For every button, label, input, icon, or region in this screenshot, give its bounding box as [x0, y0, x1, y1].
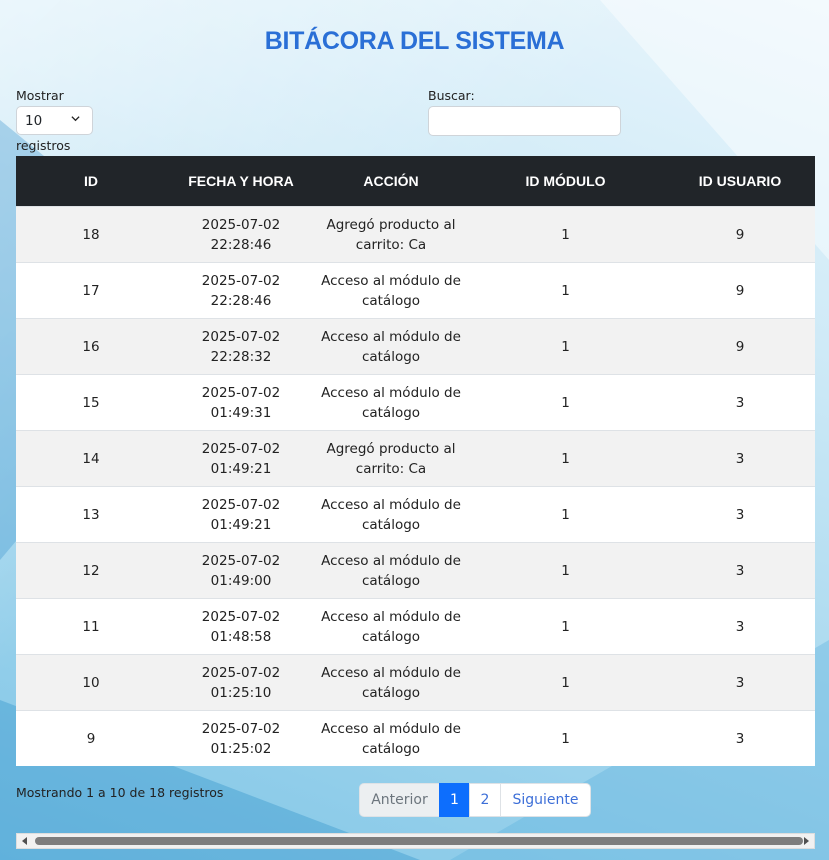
table-row: 18 2025-07-02 22:28:46 Agregó producto al …	[16, 206, 815, 263]
page-button-2[interactable]: 2	[469, 783, 501, 817]
cell-datetime: 2025-07-02 01:49:31	[166, 374, 316, 431]
cell-user-id: 9	[665, 262, 815, 319]
cell-user-id: 9	[665, 206, 815, 263]
cell-module-id: 1	[466, 710, 665, 766]
search-input[interactable]	[428, 106, 621, 136]
cell-id: 14	[16, 430, 166, 487]
length-suffix: registros	[16, 138, 71, 153]
cell-id: 10	[16, 654, 166, 711]
horizontal-scrollbar[interactable]	[16, 833, 815, 849]
cell-action: Agregó producto al carrito: Ca	[316, 430, 466, 487]
table-header-row: ID FECHA Y HORA ACCIÓN ID MÓDULO ID USUA…	[16, 156, 815, 207]
length-label: Mostrar	[16, 88, 64, 103]
cell-datetime: 2025-07-02 22:28:46	[166, 206, 316, 263]
cell-user-id: 3	[665, 486, 815, 543]
cell-datetime: 2025-07-02 01:49:21	[166, 430, 316, 487]
page-button-1[interactable]: 1	[439, 783, 470, 817]
cell-user-id: 9	[665, 318, 815, 375]
cell-module-id: 1	[466, 262, 665, 319]
cell-action: Acceso al módulo de catálogo	[316, 654, 466, 711]
cell-action: Acceso al módulo de catálogo	[316, 710, 466, 766]
table-row: 13 2025-07-02 01:49:21 Acceso al módulo de…	[16, 486, 815, 543]
column-header-module-id[interactable]: ID MÓDULO	[466, 156, 665, 207]
column-header-datetime[interactable]: FECHA Y HORA	[166, 156, 316, 207]
cell-action: Acceso al módulo de catálogo	[316, 598, 466, 655]
cell-module-id: 1	[466, 430, 665, 487]
cell-user-id: 3	[665, 374, 815, 431]
triangle-left-icon[interactable]	[20, 836, 30, 846]
cell-id: 11	[16, 598, 166, 655]
table-row: 16 2025-07-02 22:28:32 Acceso al módulo de…	[16, 318, 815, 375]
table-row: 10 2025-07-02 01:25:10 Acceso al módulo de…	[16, 654, 815, 711]
table-row: 9 2025-07-02 01:25:02 Acceso al módulo de …	[16, 710, 815, 766]
cell-user-id: 3	[665, 654, 815, 711]
cell-module-id: 1	[466, 486, 665, 543]
cell-id: 13	[16, 486, 166, 543]
table-row: 15 2025-07-02 01:49:31 Acceso al módulo de…	[16, 374, 815, 431]
previous-page-button[interactable]: Anterior	[359, 783, 440, 817]
table-row: 12 2025-07-02 01:49:00 Acceso al módulo de…	[16, 542, 815, 599]
cell-id: 9	[16, 710, 166, 766]
cell-module-id: 1	[466, 542, 665, 599]
pagination: Anterior 1 2 Siguiente	[359, 783, 591, 817]
cell-module-id: 1	[466, 318, 665, 375]
cell-action: Acceso al módulo de catálogo	[316, 542, 466, 599]
cell-action: Acceso al módulo de catálogo	[316, 262, 466, 319]
length-select-value: 10	[25, 113, 43, 129]
page-title: BITÁCORA DEL SISTEMA	[264, 26, 565, 55]
next-page-button[interactable]: Siguiente	[500, 783, 591, 817]
cell-module-id: 1	[466, 206, 665, 263]
column-header-user-id[interactable]: ID USUARIO	[665, 156, 815, 207]
chevron-down-icon	[71, 116, 80, 122]
cell-user-id: 3	[665, 542, 815, 599]
cell-user-id: 3	[665, 430, 815, 487]
table-row: 17 2025-07-02 22:28:46 Acceso al módulo de…	[16, 262, 815, 319]
cell-action: Acceso al módulo de catálogo	[316, 318, 466, 375]
search-label: Buscar:	[428, 88, 475, 103]
column-header-action[interactable]: ACCIÓN	[316, 156, 466, 207]
cell-id: 15	[16, 374, 166, 431]
cell-module-id: 1	[466, 374, 665, 431]
cell-user-id: 3	[665, 598, 815, 655]
triangle-right-icon[interactable]	[801, 836, 811, 846]
cell-datetime: 2025-07-02 22:28:32	[166, 318, 316, 375]
cell-user-id: 3	[665, 710, 815, 766]
table-row: 14 2025-07-02 01:49:21 Agregó producto al …	[16, 430, 815, 487]
cell-datetime: 2025-07-02 01:49:00	[166, 542, 316, 599]
log-table: ID FECHA Y HORA ACCIÓN ID MÓDULO ID USUA…	[16, 156, 815, 766]
cell-id: 17	[16, 262, 166, 319]
cell-datetime: 2025-07-02 01:48:58	[166, 598, 316, 655]
table-row: 11 2025-07-02 01:48:58 Acceso al módulo de…	[16, 598, 815, 655]
cell-datetime: 2025-07-02 22:28:46	[166, 262, 316, 319]
cell-action: Acceso al módulo de catálogo	[316, 374, 466, 431]
cell-module-id: 1	[466, 598, 665, 655]
cell-id: 16	[16, 318, 166, 375]
column-header-id[interactable]: ID	[16, 156, 166, 207]
cell-action: Acceso al módulo de catálogo	[316, 486, 466, 543]
length-select[interactable]: 10	[16, 106, 93, 135]
table-info: Mostrando 1 a 10 de 18 registros	[16, 785, 224, 800]
cell-module-id: 1	[466, 654, 665, 711]
cell-datetime: 2025-07-02 01:25:02	[166, 710, 316, 766]
scrollbar-thumb[interactable]	[35, 837, 803, 845]
cell-action: Agregó producto al carrito: Ca	[316, 206, 466, 263]
cell-id: 18	[16, 206, 166, 263]
cell-datetime: 2025-07-02 01:49:21	[166, 486, 316, 543]
cell-datetime: 2025-07-02 01:25:10	[166, 654, 316, 711]
cell-id: 12	[16, 542, 166, 599]
